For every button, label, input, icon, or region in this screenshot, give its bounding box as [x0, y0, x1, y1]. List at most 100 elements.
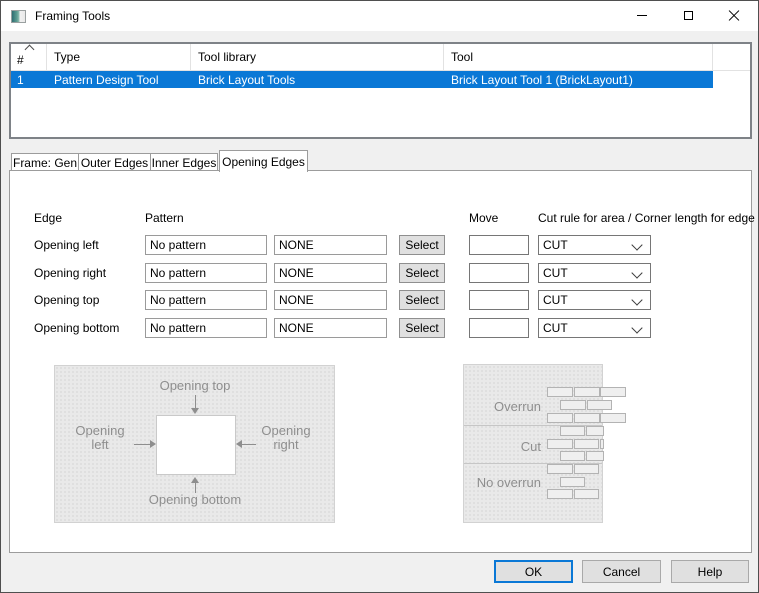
brick [600, 387, 626, 397]
arrow-up-icon [191, 477, 199, 483]
edge-label: Opening right [34, 266, 106, 280]
select-pattern-button[interactable]: Select [399, 263, 445, 283]
brick [560, 451, 585, 461]
tab-frame-gen[interactable]: Frame: Gen [11, 153, 79, 171]
help-button[interactable]: Help [671, 560, 749, 583]
tab-opening-edges[interactable]: Opening Edges [219, 150, 308, 172]
edge-label: Opening bottom [34, 321, 119, 335]
ok-button[interactable]: OK [494, 560, 573, 583]
brick [560, 426, 585, 436]
chevron-down-icon [631, 239, 642, 250]
opening-rectangle-graphic [156, 415, 236, 475]
arrow-right-icon [134, 444, 151, 445]
brick [574, 464, 599, 474]
edge-row-opening-right: Opening right Select CUT [10, 263, 751, 283]
header-move: Move [469, 211, 498, 225]
tool-list: # Type Tool library Tool 1 Pattern Desig… [9, 42, 752, 139]
brick [574, 489, 599, 499]
cell-tool: Brick Layout Tool 1 (BrickLayout1) [444, 73, 713, 87]
close-icon [728, 10, 740, 22]
brick [547, 387, 573, 397]
brick [547, 413, 573, 423]
brick [560, 400, 586, 410]
pattern-field[interactable] [145, 263, 267, 283]
cut-rule-select[interactable]: CUT [538, 318, 651, 338]
cut-rule-select[interactable]: CUT [538, 263, 651, 283]
arrow-left-icon [242, 444, 256, 445]
title-bar: Framing Tools [1, 1, 758, 31]
select-pattern-button[interactable]: Select [399, 235, 445, 255]
brick [586, 451, 604, 461]
close-button[interactable] [711, 1, 757, 30]
header-pattern: Pattern [145, 211, 184, 225]
tab-inner-edges[interactable]: Inner Edges [150, 153, 218, 171]
pattern-field[interactable] [145, 290, 267, 310]
brick [547, 439, 573, 449]
column-header-tool-library[interactable]: Tool library [191, 44, 444, 70]
brick [560, 477, 585, 487]
opening-edges-diagram: Opening top Opening left Opening right O… [54, 365, 335, 523]
brick [547, 489, 573, 499]
app-icon [11, 10, 26, 23]
pattern-field[interactable] [145, 235, 267, 255]
header-cut-rule: Cut rule for area / Corner length for ed… [538, 211, 755, 225]
header-edge: Edge [34, 211, 62, 225]
cut-rule-diagram: Overrun Cut No overrun [463, 364, 603, 523]
move-input[interactable] [469, 263, 529, 283]
edge-row-opening-bottom: Opening bottom Select CUT [10, 318, 751, 338]
framing-tools-dialog: Framing Tools # Type Tool library Tool 1… [0, 0, 759, 593]
brick [600, 439, 604, 449]
table-row-selected[interactable]: 1 Pattern Design Tool Brick Layout Tools… [11, 71, 713, 88]
cancel-button[interactable]: Cancel [582, 560, 661, 583]
sort-ascending-icon [25, 45, 35, 55]
diagram-label-opening-left: Opening left [65, 424, 135, 452]
brick [586, 426, 604, 436]
window-title: Framing Tools [35, 9, 110, 23]
arrow-up-icon [195, 483, 196, 493]
maximize-button[interactable] [665, 1, 711, 30]
edge-row-opening-top: Opening top Select CUT [10, 290, 751, 310]
cut-rule-select[interactable]: CUT [538, 290, 651, 310]
arrow-down-icon [191, 408, 199, 414]
arrow-down-icon [195, 395, 196, 408]
chevron-down-icon [631, 294, 642, 305]
move-input[interactable] [469, 235, 529, 255]
column-header-type[interactable]: Type [47, 44, 191, 70]
cell-number: 1 [11, 73, 47, 87]
brick [587, 400, 612, 410]
diagram-label-opening-bottom: Opening bottom [115, 493, 275, 507]
cell-type: Pattern Design Tool [47, 73, 191, 87]
diagram-label-opening-top: Opening top [115, 379, 275, 393]
pattern-library-field[interactable] [274, 318, 387, 338]
diagram-label-cut: Cut [464, 439, 541, 454]
column-header-tool[interactable]: Tool [444, 44, 713, 70]
opening-edges-panel: Edge Pattern Move Cut rule for area / Co… [9, 170, 752, 553]
pattern-library-field[interactable] [274, 235, 387, 255]
minimize-icon [637, 15, 647, 16]
brick [574, 387, 600, 397]
list-header: # Type Tool library Tool [11, 44, 750, 71]
minimize-button[interactable] [619, 1, 665, 30]
arrow-left-icon [236, 440, 242, 448]
cut-rule-select[interactable]: CUT [538, 235, 651, 255]
window-controls [619, 1, 757, 30]
move-input[interactable] [469, 290, 529, 310]
select-pattern-button[interactable]: Select [399, 290, 445, 310]
tab-outer-edges[interactable]: Outer Edges [78, 153, 151, 171]
pattern-library-field[interactable] [274, 263, 387, 283]
column-header-number[interactable]: # [11, 44, 47, 70]
cell-tool-library: Brick Layout Tools [191, 73, 444, 87]
chevron-down-icon [631, 322, 642, 333]
chevron-down-icon [631, 267, 642, 278]
diagram-label-no-overrun: No overrun [464, 475, 541, 490]
edge-label: Opening left [34, 238, 99, 252]
brick [547, 464, 573, 474]
brick [574, 439, 599, 449]
edge-row-opening-left: Opening left Select CUT [10, 235, 751, 255]
move-input[interactable] [469, 318, 529, 338]
brick [600, 413, 626, 423]
select-pattern-button[interactable]: Select [399, 318, 445, 338]
pattern-field[interactable] [145, 318, 267, 338]
pattern-library-field[interactable] [274, 290, 387, 310]
arrow-right-icon [150, 440, 156, 448]
